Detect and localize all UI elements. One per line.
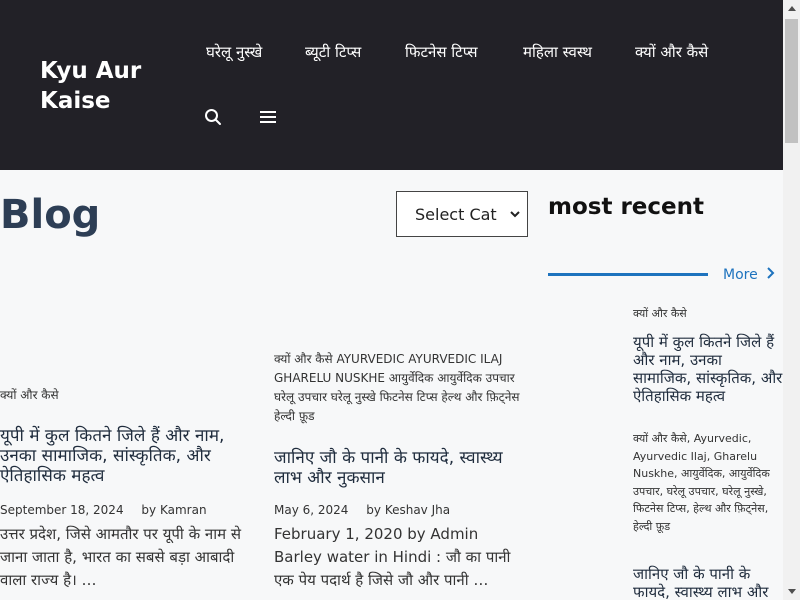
more-link[interactable]: More <box>723 267 775 283</box>
widget-title: most recent <box>548 194 705 220</box>
nav-item-beauty-tips[interactable]: ब्यूटी टिप्स <box>305 42 361 62</box>
nav-item-fitness-tips[interactable]: फिटनेस टिप्स <box>405 42 478 62</box>
post-title[interactable]: यूपी में कुल कितने जिले हैं और नाम, उनका… <box>0 426 250 486</box>
chevron-right-icon <box>766 267 775 283</box>
scroll-thumb[interactable] <box>785 19 798 143</box>
sidebar-item-title[interactable]: यूपी में कुल कितने जिले हैं और नाम, उनका… <box>633 333 783 405</box>
site-header: Kyu Aur Kaise घरेलू नुस्खे ब्यूटी टिप्स … <box>0 0 783 170</box>
search-icon[interactable] <box>204 108 222 126</box>
sidebar-item-title[interactable]: जानिए जौ के पानी के फायदे, स्वास्थ्य लाभ… <box>633 565 783 600</box>
widget-divider <box>548 273 708 276</box>
category-select-value: Select Cat <box>415 204 497 224</box>
post-excerpt: उत्तर प्रदेश, जिसे आमतौर पर यूपी के नाम … <box>0 525 241 589</box>
nav-item-mahila-swasth[interactable]: महिला स्वस्थ <box>523 42 592 62</box>
post-date[interactable]: September 18, 2024 <box>0 503 124 517</box>
post-excerpt: February 1, 2020 by Admin Barley water i… <box>274 525 511 589</box>
scroll-up-arrow-icon[interactable] <box>783 0 800 17</box>
nav-item-gharelu-nuskhe[interactable]: घरेलू नुस्खे <box>206 42 262 62</box>
chevron-down-icon <box>509 205 521 224</box>
post-title[interactable]: जानिए जौ के पानी के फायदे, स्वास्थ्य लाभ… <box>274 448 529 488</box>
page-scrollbar[interactable] <box>783 0 800 600</box>
post-category-link[interactable]: क्यों और कैसे <box>0 386 250 405</box>
post-author[interactable]: Kamran <box>160 503 207 517</box>
category-select[interactable]: Select Cat <box>396 191 528 237</box>
post-meta: May 6, 2024 by Keshav Jha <box>274 503 451 517</box>
post-author[interactable]: Keshav Jha <box>385 503 450 517</box>
site-title[interactable]: Kyu Aur Kaise <box>40 56 180 116</box>
sidebar-item-category[interactable]: क्यों और कैसे <box>633 305 783 323</box>
scroll-down-arrow-icon[interactable] <box>783 583 800 600</box>
post-date[interactable]: May 6, 2024 <box>274 503 348 517</box>
post-category-links[interactable]: क्यों और कैसे AYURVEDIC AYURVEDIC ILAJ G… <box>274 350 524 426</box>
more-label: More <box>723 267 758 283</box>
menu-icon[interactable] <box>259 108 277 126</box>
sidebar-item-category[interactable]: क्यों और कैसे, Ayurvedic, Ayurvedic Ilaj… <box>633 430 783 535</box>
page-title: Blog <box>0 192 101 238</box>
post-meta: September 18, 2024 by Kamran <box>0 503 207 517</box>
nav-item-kyon-aur-kaise[interactable]: क्यों और कैसे <box>635 42 708 62</box>
